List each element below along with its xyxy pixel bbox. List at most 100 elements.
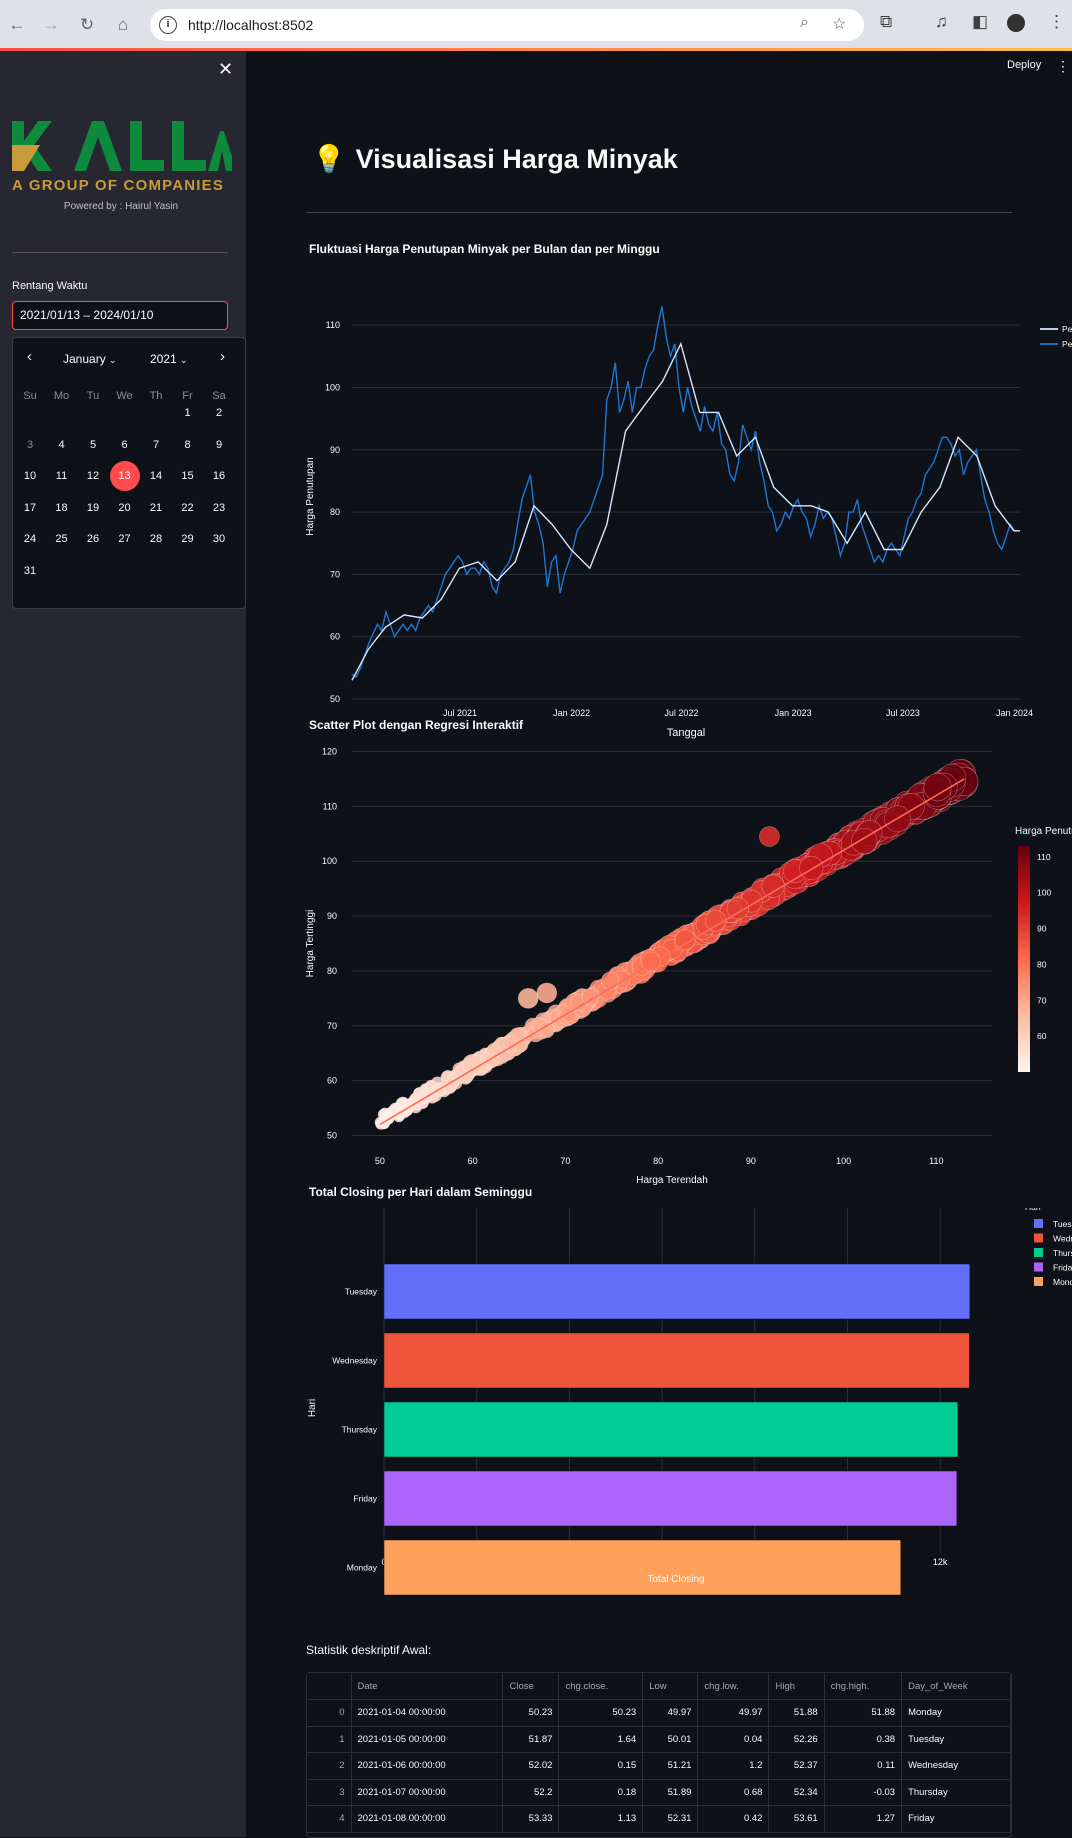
forward-icon[interactable]: →: [36, 10, 66, 40]
x-tick-label: Jul 2022: [664, 708, 698, 718]
side-panel-icon[interactable]: ◧: [972, 12, 988, 32]
table-cell: 2: [307, 1752, 352, 1780]
stats-table[interactable]: Date Close chg.close. Low chg.low. High chg.hi…: [306, 1672, 1012, 1838]
column-header[interactable]: Low: [642, 1673, 699, 1700]
calendar-day-26[interactable]: 26: [78, 524, 108, 554]
calendar-day-21[interactable]: 21: [141, 493, 171, 523]
back-icon[interactable]: ←: [2, 10, 32, 40]
calendar-day-4[interactable]: 4: [47, 430, 77, 460]
calendar-day-14[interactable]: 14: [141, 461, 171, 491]
calendar-day-20[interactable]: 20: [110, 493, 140, 523]
page-title-text: Visualisasi Harga Minyak: [355, 144, 678, 174]
home-icon[interactable]: ⌂: [108, 10, 138, 40]
y-tick-label: 70: [330, 569, 340, 579]
calendar-day-18[interactable]: 18: [47, 493, 77, 523]
calendar-day-25[interactable]: 25: [47, 524, 77, 554]
calendar-day-15[interactable]: 15: [173, 461, 203, 491]
calendar-day-31[interactable]: 31: [15, 556, 45, 586]
line-chart[interactable]: 50 60 70 80 90 100 110 Jul 2021 Jan 2022 Jul 2022…: [302, 264, 1072, 744]
reload-icon[interactable]: ↻: [72, 10, 102, 40]
year-select[interactable]: 2021 ⌄: [150, 352, 188, 366]
media-icon[interactable]: ♫: [935, 12, 948, 32]
prev-month-icon[interactable]: ‹: [27, 348, 32, 365]
table-cell: 51.88: [768, 1699, 825, 1727]
site-info-icon[interactable]: i: [159, 16, 177, 34]
bar-chart[interactable]: 02k4k6k8k10k12kTuesdayTuesdayWednesdayWe…: [302, 1208, 1072, 1658]
bookmark-star-icon[interactable]: ☆: [832, 14, 846, 34]
profile-avatar[interactable]: [1007, 14, 1025, 32]
legend-title: Hari: [1025, 1208, 1041, 1212]
calendar-day-16[interactable]: 16: [204, 461, 234, 491]
calendar-day-13[interactable]: 13: [109, 461, 140, 491]
calendar-day-1[interactable]: 1: [173, 398, 203, 428]
calendar-day-8[interactable]: 8: [173, 430, 203, 460]
legend-label: Tuesday: [1053, 1219, 1072, 1229]
calendar-day-2[interactable]: 2: [204, 398, 234, 428]
zoom-icon[interactable]: ⌕: [800, 14, 809, 32]
y-tick-label: 50: [330, 694, 340, 704]
calendar-day-27[interactable]: 27: [110, 524, 140, 554]
calendar-day-23[interactable]: 23: [204, 493, 234, 523]
scatter-point: [377, 1108, 389, 1120]
table-cell: 52.37: [768, 1752, 825, 1780]
calendar-day-29[interactable]: 29: [173, 524, 203, 554]
calendar-day-10[interactable]: 10: [15, 461, 45, 491]
colorbar-tick-label: 80: [1037, 959, 1047, 969]
browser-menu-icon[interactable]: ⋮: [1048, 12, 1065, 32]
address-bar[interactable]: i http://localhost:8502 ⌕ ☆: [150, 9, 864, 41]
table-row[interactable]: 2 2021-01-06 00:00:00 52.02 0.15 51.21 1.2 52.…: [307, 1752, 1011, 1780]
close-sidebar-icon[interactable]: ✕: [218, 59, 233, 80]
table-cell: 0.68: [697, 1779, 770, 1806]
table-row[interactable]: 1 2021-01-05 00:00:00 51.87 1.64 50.01 0.04 52…: [307, 1726, 1011, 1753]
calendar-day-28[interactable]: 28: [141, 524, 171, 554]
column-header[interactable]: chg.low.: [697, 1673, 770, 1700]
x-tick-label: Jan 2024: [996, 708, 1033, 718]
calendar-day-17[interactable]: 17: [15, 493, 45, 523]
column-header[interactable]: High: [768, 1673, 825, 1700]
table-row[interactable]: 4 2021-01-08 00:00:00 53.33 1.13 52.31 0.42 53…: [307, 1805, 1011, 1833]
bar-tuesday: [383, 1263, 971, 1320]
colorbar-tick-label: 100: [1037, 888, 1051, 898]
calendar-day-30[interactable]: 30: [204, 524, 234, 554]
next-month-icon[interactable]: ›: [220, 348, 225, 365]
y-tick-label: Friday: [353, 1494, 377, 1504]
calendar-day-5[interactable]: 5: [78, 430, 108, 460]
x-tick-label: Jan 2022: [553, 708, 590, 718]
column-header[interactable]: Date: [351, 1673, 504, 1700]
x-tick-label: 60: [468, 1156, 478, 1166]
y-tick-label: 60: [327, 1076, 337, 1086]
y-axis-label: Harga Tertinggi: [305, 910, 316, 978]
main-content: Deploy ⋮ 💡 Visualisasi Harga Minyak Flukt…: [246, 51, 1072, 1838]
sidebar: ✕ A GROUP OF COMPANIES Powered by : Hair…: [0, 51, 246, 1837]
extensions-icon[interactable]: ⧉: [880, 12, 892, 32]
column-header[interactable]: Close: [502, 1673, 560, 1700]
table-cell: 51.88: [824, 1699, 903, 1727]
calendar-day-12[interactable]: 12: [78, 461, 108, 491]
calendar-day-9[interactable]: 9: [204, 430, 234, 460]
x-axis-label: Harga Terendah: [636, 1175, 708, 1186]
calendar-day-7[interactable]: 7: [141, 430, 171, 460]
calendar-day-6[interactable]: 6: [110, 430, 140, 460]
y-tick-label: Wednesday: [332, 1356, 377, 1366]
main-menu-icon[interactable]: ⋮: [1056, 58, 1070, 75]
table-cell: 0.38: [824, 1726, 903, 1753]
column-header[interactable]: chg.high.: [824, 1673, 903, 1700]
legend-swatch: [1034, 1219, 1043, 1228]
calendar-day-22[interactable]: 22: [173, 493, 203, 523]
table-cell: 1.13: [558, 1805, 644, 1833]
scatter-chart[interactable]: 50 60 70 80 90 100 110 120 50 60 70 80 90 100 110 Harga…: [302, 741, 1072, 1201]
calendar-day-3[interactable]: 3: [15, 430, 45, 460]
calendar-day-19[interactable]: 19: [78, 493, 108, 523]
calendar-day-11[interactable]: 11: [47, 461, 77, 491]
column-header[interactable]: chg.close.: [558, 1673, 644, 1700]
column-header[interactable]: [307, 1673, 352, 1700]
column-header[interactable]: Day_of_Week: [901, 1673, 1011, 1700]
y-tick-label: 110: [326, 320, 340, 330]
deploy-button[interactable]: Deploy: [1007, 59, 1041, 71]
table-row[interactable]: 3 2021-01-07 00:00:00 52.2 0.18 51.89 0.68 52.…: [307, 1779, 1011, 1806]
date-range-input[interactable]: 2021/01/13 – 2024/01/10: [12, 301, 228, 330]
table-row[interactable]: 0 2021-01-04 00:00:00 50.23 50.23 49.97 49.97…: [307, 1699, 1011, 1727]
y-tick-label: Monday: [347, 1563, 378, 1573]
calendar-day-24[interactable]: 24: [15, 524, 45, 554]
month-select[interactable]: January ⌄: [63, 352, 117, 366]
